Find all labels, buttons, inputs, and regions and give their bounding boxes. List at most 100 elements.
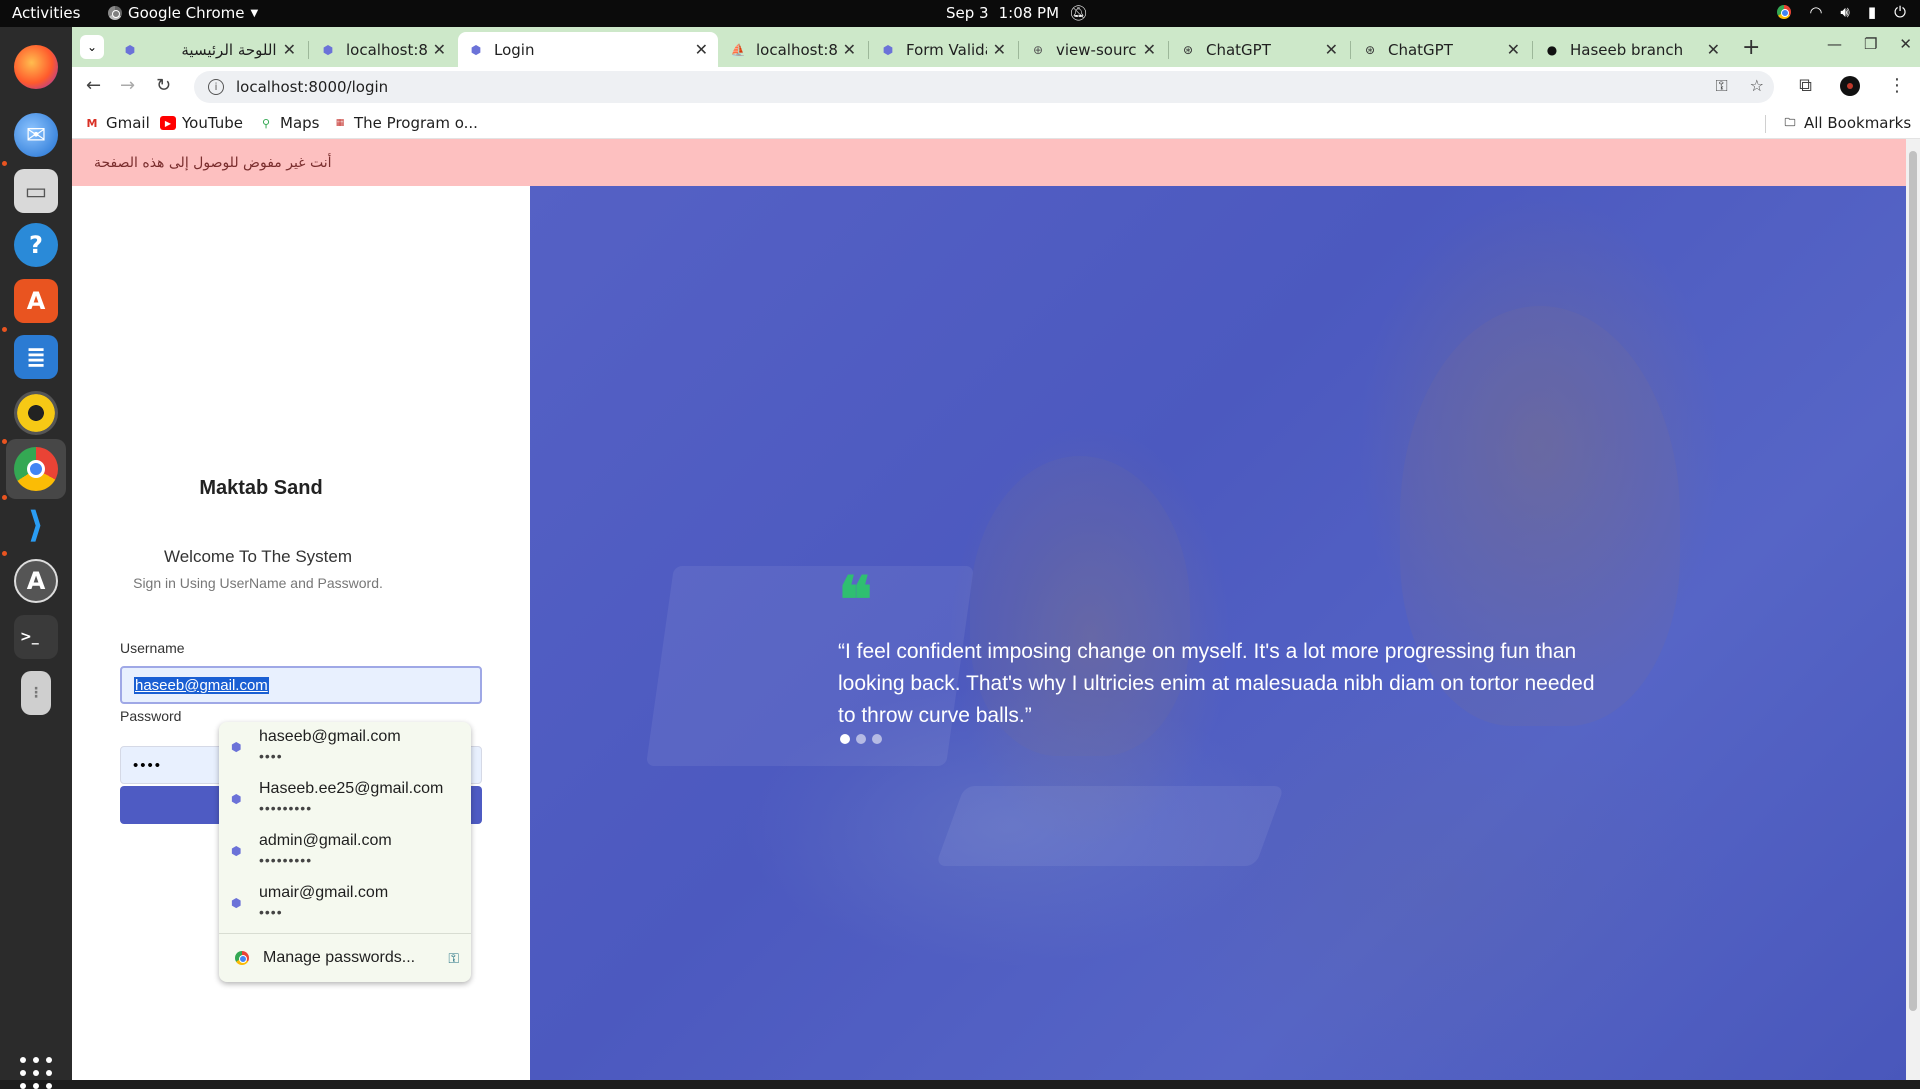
bookmark-star-icon[interactable]: ☆ [1750,76,1764,96]
tab-localhost-8000[interactable]: ⬢ localhost:8000/c ✕ [310,32,456,67]
dock-rhythmbox[interactable] [6,383,66,443]
tab-login[interactable]: ⬢ Login ✕ [458,32,718,67]
chevron-down-icon: ⌄ [86,40,98,54]
welcome-subtitle: Sign in Using UserName and Password. [133,575,383,591]
chatgpt-icon: ⊛ [1182,42,1194,57]
carousel-dot[interactable] [856,734,866,744]
bookmark-program[interactable]: ▦ The Program o... [332,114,478,132]
tab-chatgpt-2[interactable]: ⊛ ChatGPT ✕ [1352,32,1530,67]
restore-icon[interactable]: ❐ [1864,35,1877,53]
close-tab-icon[interactable]: ✕ [843,40,856,59]
dock: ✉ ▭ ? A ≣ ⟩ A >_ ⋮ [0,27,72,1089]
tab-haseeb-branch[interactable]: ● Haseeb branch ✕ [1534,32,1730,67]
new-tab-button[interactable]: + [1742,35,1760,60]
autofill-password: •••• [259,904,283,920]
extensions-icon[interactable]: ⧉ [1799,75,1812,96]
carousel-dot[interactable] [872,734,882,744]
close-tab-icon[interactable]: ✕ [1707,40,1720,59]
address-bar[interactable]: i localhost:8000/login ⚿ ☆ [194,71,1774,103]
site-favicon-icon: ⬢ [231,896,242,910]
tab-localhost-8080[interactable]: ⛵ localhost:8080 / ✕ [720,32,866,67]
username-input[interactable]: haseeb@gmail.com [120,666,482,704]
carousel-indicators [840,734,882,744]
password-key-icon[interactable]: ⚿ [1715,76,1727,96]
dock-terminal[interactable]: >_ [6,607,66,667]
bookmark-maps[interactable]: ⚲ Maps [258,114,320,132]
bookmark-youtube[interactable]: ▶ YouTube [160,114,243,132]
autofill-option[interactable]: ⬢ admin@gmail.com ••••••••• [219,826,471,878]
folder-icon: 🗀︎ [1784,115,1796,129]
tab-search-button[interactable]: ⌄ [80,35,104,59]
password-label: Password [120,708,182,724]
profile-avatar[interactable] [1840,75,1860,96]
close-tab-icon[interactable]: ✕ [283,40,296,59]
manage-passwords-label: Manage passwords... [263,949,416,966]
rhythmbox-icon [14,391,58,435]
site-info-icon[interactable]: i [208,79,224,95]
autofill-username: Haseeb.ee25@gmail.com [259,780,444,797]
tab-title: ChatGPT [1388,40,1453,59]
carousel-dot[interactable] [840,734,850,744]
menu-icon[interactable]: ⋮ [1888,75,1906,96]
dock-firefox[interactable] [6,37,66,97]
tab-separator [868,41,869,59]
autofill-username: admin@gmail.com [259,832,392,849]
site-favicon-icon: ⬢ [231,740,242,754]
files-icon: ▭ [14,169,58,213]
app-center-icon: A [14,279,58,323]
autofill-password: ••••••••• [259,852,313,868]
login-panel: Maktab Sand Welcome To The System Sign i… [72,186,530,1080]
page-viewport: أنت غير مفوض للوصول إلى هذه الصفحة Makta… [72,139,1906,1080]
dock-files[interactable]: ▭ [6,161,66,221]
tab-view-source[interactable]: ⊕ view-source:127 ✕ [1020,32,1166,67]
bookmark-gmail[interactable]: M Gmail [84,114,150,132]
page-scrollbar[interactable] [1906,139,1920,1080]
vscode-icon: ⟩ [27,504,45,546]
dock-thunderbird[interactable]: ✉ [6,105,66,165]
tab-form-validation[interactable]: ⬢ Form Validation ✕ [870,32,1016,67]
scrollbar-thumb[interactable] [1909,151,1917,1011]
minimize-icon[interactable]: — [1827,35,1842,53]
reload-icon[interactable]: ↻ [156,75,171,96]
tab-title: Login [494,40,535,59]
show-apps-button[interactable] [20,1057,52,1089]
app-menu[interactable]: Google Chrome ▼ [108,4,258,22]
chrome-indicator-icon [1777,5,1792,19]
firefox-icon [14,45,58,89]
site-favicon-icon: ⬢ [470,42,482,57]
dock-vscode[interactable]: ⟩ [6,495,66,555]
close-tab-icon[interactable]: ✕ [433,40,446,59]
wifi-icon: ◠ [1809,3,1823,21]
close-tab-icon[interactable]: ✕ [993,40,1006,59]
globe-icon: ⊕ [1032,42,1044,57]
dock-chrome[interactable] [6,439,66,499]
activities-button[interactable]: Activities [12,4,80,22]
dock-software-updater[interactable]: A [6,551,66,611]
tab-chatgpt-1[interactable]: ⊛ ChatGPT ✕ [1170,32,1348,67]
close-window-icon[interactable]: ✕ [1899,35,1912,53]
clock[interactable]: Sep 3 1:08 PM 🔕︎ [946,4,1088,22]
autofill-option[interactable]: ⬢ Haseeb.ee25@gmail.com ••••••••• [219,774,471,826]
dock-app-center[interactable]: A [6,271,66,331]
dock-help[interactable]: ? [6,215,66,275]
autofill-option[interactable]: ⬢ haseeb@gmail.com •••• [219,722,471,774]
power-icon: ⏻ [1894,3,1906,21]
autofill-option[interactable]: ⬢ umair@gmail.com •••• [219,878,471,930]
back-icon[interactable]: ← [86,75,101,96]
manage-passwords-button[interactable]: Manage passwords... ⚿ [219,938,471,978]
close-tab-icon[interactable]: ✕ [1325,40,1338,59]
omnibox-actions: ⚿ ☆ [1715,76,1764,96]
close-tab-icon[interactable]: ✕ [1143,40,1156,59]
terminal-icon: >_ [14,615,58,659]
dock-archive[interactable]: ⋮ [6,663,66,723]
all-bookmarks-button[interactable]: 🗀︎ All Bookmarks [1782,114,1912,132]
tab-dashboard[interactable]: ⬢ اللوحة الرئيسية ✕ [112,32,306,67]
close-tab-icon[interactable]: ✕ [1507,40,1520,59]
dock-writer[interactable]: ≣ [6,327,66,387]
phpmyadmin-icon: ⛵ [730,42,746,57]
unauthorized-alert: أنت غير مفوض للوصول إلى هذه الصفحة [72,139,1906,186]
close-tab-icon[interactable]: ✕ [695,40,708,59]
system-tray[interactable]: ◠ 🔊︎ ▮ ⏻ [1777,3,1906,21]
forward-icon[interactable]: → [120,75,135,96]
tab-title: ChatGPT [1206,40,1271,59]
